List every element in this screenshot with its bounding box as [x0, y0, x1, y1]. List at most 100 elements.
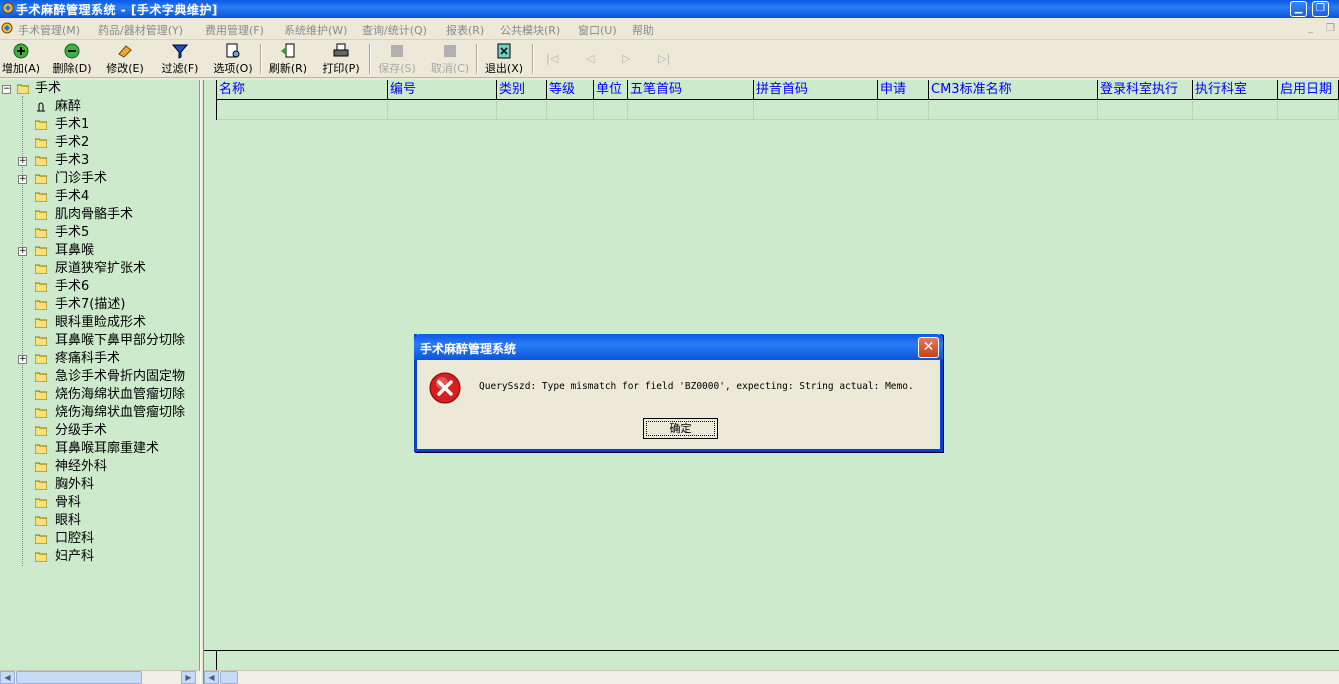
filter-button[interactable]: 过滤(F) [158, 43, 202, 77]
cancel-button[interactable]: 取消(C) [427, 43, 473, 77]
funnel-icon [172, 44, 188, 59]
delete-button[interactable]: 删除(D) [50, 43, 94, 77]
tree-item-label: 肌肉骨骼手术 [55, 207, 134, 222]
folder-icon [35, 516, 47, 526]
tree-item-label: 手术5 [55, 225, 90, 240]
child-window-icon[interactable] [1, 22, 13, 34]
toolbar: 增加(A) 删除(D) 修改(E) 过滤(F) 选项(O) 刷新(R) 打印(P… [0, 40, 1339, 78]
last-record-icon[interactable]: ▷| [658, 52, 670, 65]
expand-icon[interactable]: + [18, 157, 27, 166]
tree-item-label: 口腔科 [55, 531, 95, 546]
tree-horizontal-scrollbar[interactable]: ◀ ▶ [0, 670, 200, 684]
scroll-left-icon[interactable]: ◀ [0, 671, 15, 684]
tree-item-label: 手术2 [55, 135, 90, 150]
folder-icon [35, 390, 47, 400]
tree-item-label: 麻醉 [55, 99, 82, 114]
tree-item-label: 耳鼻喉下鼻甲部分切除 [55, 333, 186, 348]
category-tree[interactable]: − 手术 麻醉 手术1 手术2 + 手术3 + 门诊手术 手术4 肌肉骨骼手术 手术5 + 耳鼻喉 尿道… [0, 80, 200, 670]
menu-help[interactable]: 帮助 [632, 22, 654, 38]
folder-icon [35, 120, 47, 130]
minimize-button[interactable]: ▁ [1290, 1, 1307, 17]
column-header[interactable]: 类别 [497, 80, 547, 100]
folder-icon [35, 210, 47, 220]
folder-icon [35, 264, 47, 274]
tree-item-label: 手术1 [55, 117, 90, 132]
column-header[interactable]: 登录科室执行 [1098, 80, 1193, 100]
column-header[interactable]: CM3标准名称 [929, 80, 1098, 100]
printer-icon [333, 43, 349, 57]
tree-item-label: 耳鼻喉 [55, 243, 95, 258]
window-title-bar[interactable]: 手术麻醉管理系统 - [手术字典维护] ▁ ❐ [0, 0, 1339, 18]
tree-item-label: 急诊手术骨折内固定物 [55, 369, 186, 384]
grid-horizontal-scrollbar[interactable]: ◀ [204, 670, 1339, 684]
column-header[interactable]: 单位 [594, 80, 628, 100]
menu-surgery[interactable]: 手术管理(M) [18, 22, 80, 38]
folder-icon [35, 192, 47, 202]
next-record-icon[interactable]: ▷ [622, 52, 630, 65]
column-header[interactable]: 五笔首码 [628, 80, 754, 100]
folder-icon [35, 462, 47, 472]
collapse-icon[interactable]: − [2, 85, 11, 94]
table-row[interactable] [204, 100, 1339, 120]
options-button[interactable]: 选项(O) [211, 43, 255, 77]
folder-icon [35, 552, 47, 562]
options-icon [226, 43, 240, 58]
expand-icon[interactable]: + [18, 175, 27, 184]
window-title: 手术麻醉管理系统 - [手术字典维护] [16, 3, 218, 17]
tree-item-label: 神经外科 [55, 459, 108, 474]
folder-icon [35, 174, 47, 184]
column-header[interactable]: 启用日期 [1278, 80, 1339, 100]
tree-item-label: 烧伤海绵状血管瘤切除 [55, 387, 186, 402]
menu-drugs[interactable]: 药品/器材管理(Y) [98, 22, 183, 38]
tree-item-label: 眼科 [55, 513, 82, 528]
anesthesia-icon [37, 102, 45, 112]
column-header[interactable]: 申请 [878, 80, 929, 100]
menu-fees[interactable]: 费用管理(F) [205, 22, 264, 38]
restore-button[interactable]: ❐ [1312, 1, 1329, 17]
column-header[interactable]: 编号 [388, 80, 497, 100]
print-button[interactable]: 打印(P) [318, 43, 364, 77]
column-header[interactable]: 执行科室 [1193, 80, 1278, 100]
edit-button[interactable]: 修改(E) [103, 43, 147, 77]
error-dialog: 手术麻醉管理系统 ✕ QuerySszd: Type mismatch for … [414, 334, 943, 452]
grid-footer [204, 650, 1339, 670]
menu-reports[interactable]: 报表(R) [446, 22, 484, 38]
column-header[interactable]: 名称 [217, 80, 388, 100]
error-icon [429, 372, 461, 404]
folder-icon [35, 246, 47, 256]
save-icon [391, 45, 403, 57]
menu-window[interactable]: 窗口(U) [578, 22, 617, 38]
folder-icon [35, 156, 47, 166]
dialog-title-bar[interactable]: 手术麻醉管理系统 ✕ [414, 334, 943, 360]
expand-icon[interactable]: + [18, 247, 27, 256]
folder-icon [35, 300, 47, 310]
first-record-icon[interactable]: |◁ [546, 52, 558, 65]
dialog-close-button[interactable]: ✕ [918, 337, 939, 358]
ok-button[interactable]: 确定 [643, 418, 718, 439]
mdi-restore-icon[interactable]: ❐ [1326, 23, 1335, 34]
exit-button[interactable]: 退出(X) [481, 43, 527, 77]
scroll-thumb[interactable] [16, 671, 142, 684]
folder-icon [35, 498, 47, 508]
tree-item-label: 骨科 [55, 495, 82, 510]
app-icon [2, 2, 14, 14]
mdi-minimize-icon[interactable]: _ [1308, 23, 1313, 34]
row-indicator [204, 100, 217, 120]
save-button[interactable]: 保存(S) [374, 43, 420, 77]
scroll-left-icon[interactable]: ◀ [204, 671, 219, 684]
folder-icon [35, 444, 47, 454]
refresh-button[interactable]: 刷新(R) [266, 43, 310, 77]
menu-bar: 手术管理(M) 药品/器材管理(Y) 费用管理(F) 系统维护(W) 查询/统计… [0, 18, 1339, 40]
folder-icon [35, 372, 47, 382]
refresh-icon [281, 43, 295, 58]
column-header[interactable]: 等级 [547, 80, 594, 100]
menu-system[interactable]: 系统维护(W) [284, 22, 347, 38]
prev-record-icon[interactable]: ◁ [586, 52, 594, 65]
expand-icon[interactable]: + [18, 355, 27, 364]
menu-public[interactable]: 公共模块(R) [500, 22, 560, 38]
scroll-thumb[interactable] [220, 671, 238, 684]
add-button[interactable]: 增加(A) [0, 43, 42, 77]
column-header[interactable]: 拼音首码 [754, 80, 878, 100]
scroll-right-icon[interactable]: ▶ [181, 671, 196, 684]
menu-query[interactable]: 查询/统计(Q) [362, 22, 427, 38]
